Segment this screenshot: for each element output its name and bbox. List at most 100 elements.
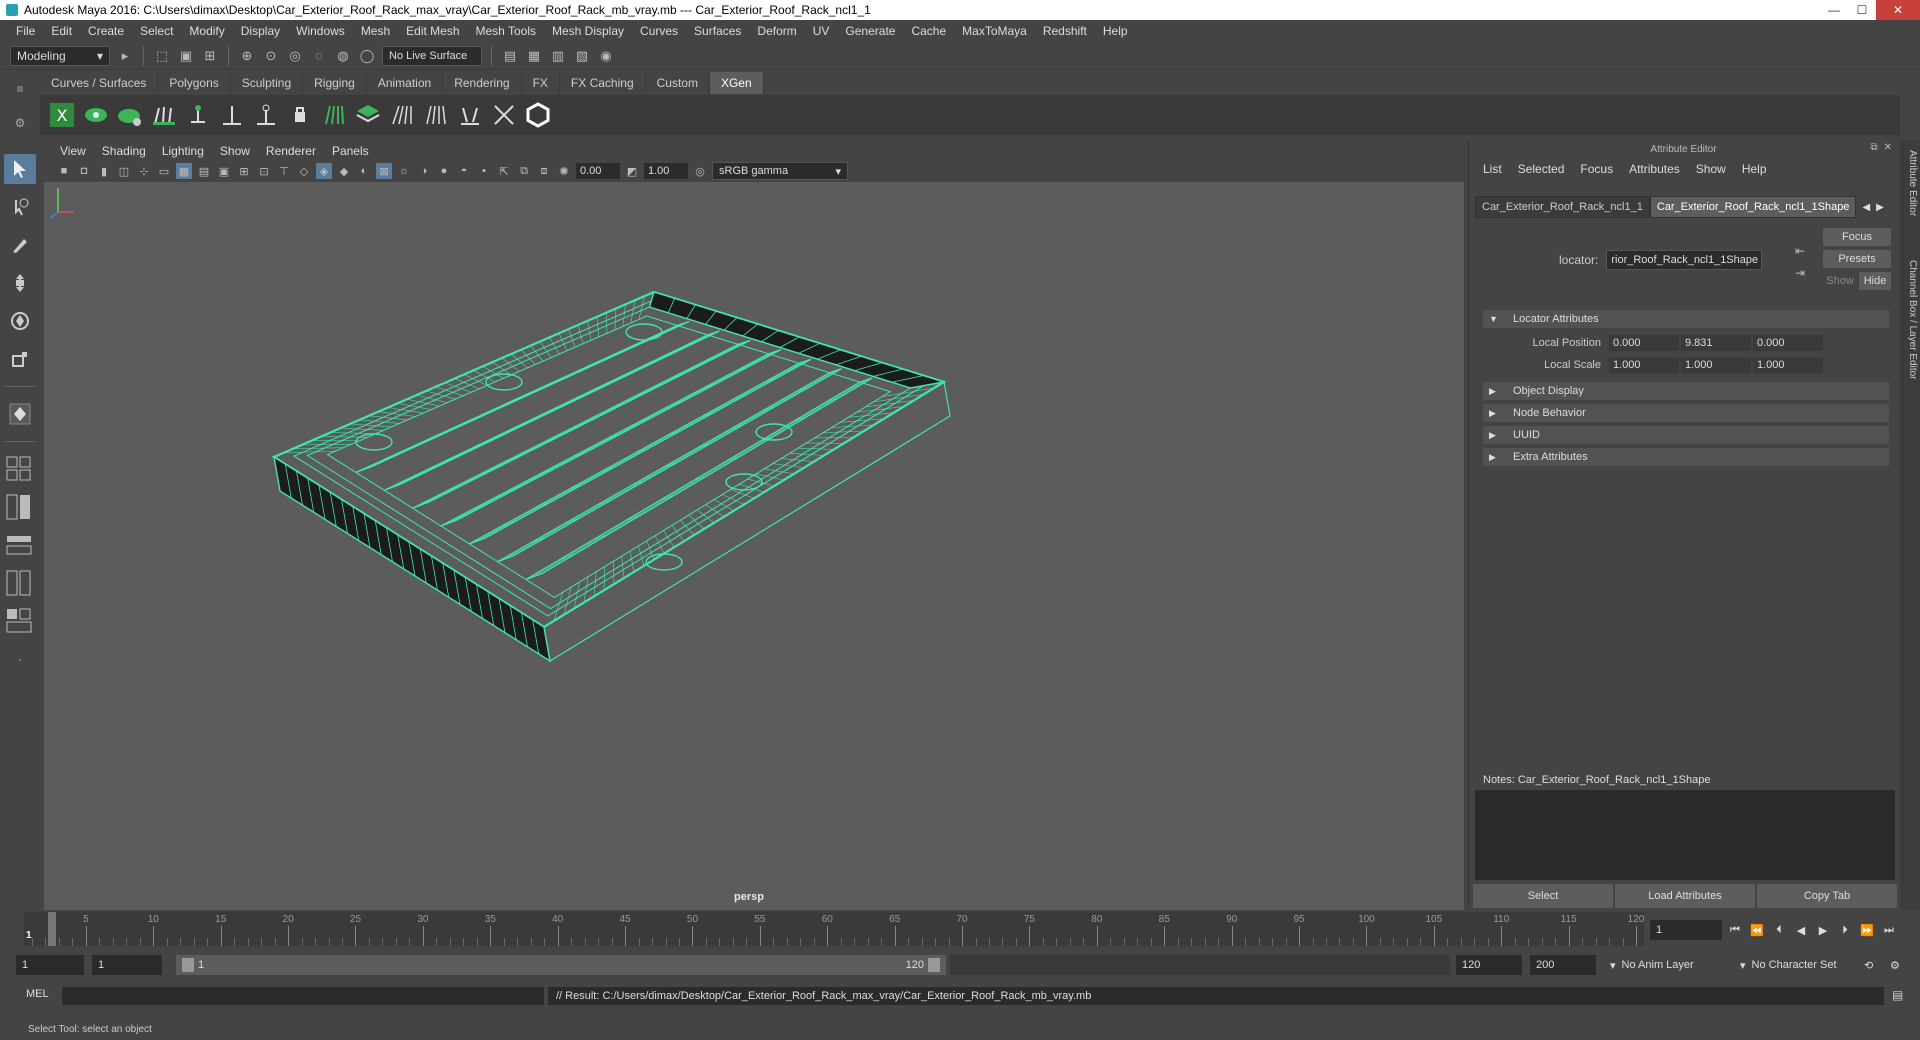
render-frame-icon[interactable]: ▦ xyxy=(525,47,543,65)
viewport-menu-panels[interactable]: Panels xyxy=(324,144,377,158)
snap-curve-icon[interactable]: ⊙ xyxy=(262,47,280,65)
collapse-toolbox-icon[interactable]: · xyxy=(4,644,36,674)
menu-deform[interactable]: Deform xyxy=(749,24,804,38)
current-frame-field[interactable]: 1 xyxy=(1650,920,1722,940)
tab-left-icon[interactable]: ◀ xyxy=(1862,202,1870,213)
show-button[interactable]: Show xyxy=(1823,272,1857,290)
menu-mesh-display[interactable]: Mesh Display xyxy=(544,24,632,38)
copy-tab-button[interactable]: Copy Tab xyxy=(1757,884,1897,908)
menu-surfaces[interactable]: Surfaces xyxy=(686,24,749,38)
resolution-gate-icon[interactable]: ▤ xyxy=(196,163,212,179)
scale-tool-icon[interactable] xyxy=(4,344,36,374)
xgen-guides-icon[interactable] xyxy=(150,101,178,129)
go-to-input-icon[interactable]: ⇤ xyxy=(1795,244,1805,258)
viewport-menu-renderer[interactable]: Renderer xyxy=(258,144,324,158)
node-name-field[interactable]: rior_Roof_Rack_ncl1_1Shape xyxy=(1606,250,1763,270)
select-by-hierarchy-icon[interactable]: ⬚ xyxy=(153,47,171,65)
tab-shape-node[interactable]: Car_Exterior_Roof_Rack_ncl1_1Shape xyxy=(1649,196,1857,218)
script-language-label[interactable]: MEL xyxy=(26,988,49,1000)
menu-redshift[interactable]: Redshift xyxy=(1035,24,1095,38)
viewport-menu-show[interactable]: Show xyxy=(212,144,258,158)
section-node-behavior[interactable]: ▶ Node Behavior xyxy=(1483,404,1889,422)
viewport-menu-lighting[interactable]: Lighting xyxy=(154,144,212,158)
density-icon[interactable] xyxy=(388,101,416,129)
hide-button[interactable]: Hide xyxy=(1859,272,1891,290)
gate-mask-icon[interactable]: ▣ xyxy=(216,163,232,179)
redshift-icon[interactable] xyxy=(524,101,552,129)
groom-brush-icon[interactable] xyxy=(456,101,484,129)
animation-start-field[interactable]: 1 xyxy=(16,955,84,975)
image-plane-icon[interactable]: ◫ xyxy=(116,163,132,179)
xgen-clear-icon[interactable] xyxy=(116,101,144,129)
menu-generate[interactable]: Generate xyxy=(837,24,903,38)
select-button[interactable]: Select xyxy=(1473,884,1613,908)
safe-title-icon[interactable]: ⊤ xyxy=(276,163,292,179)
x-ray-icon[interactable]: ⊠ xyxy=(376,163,392,179)
section-locator-attributes[interactable]: ▼ Locator Attributes xyxy=(1483,310,1889,328)
live-surface-field[interactable]: No Live Surface xyxy=(382,45,482,66)
menu-windows[interactable]: Windows xyxy=(288,24,353,38)
minimize-button[interactable]: — xyxy=(1820,0,1848,20)
select-tool-icon[interactable] xyxy=(4,154,36,184)
ae-menu-show[interactable]: Show xyxy=(1688,162,1734,176)
shadows-icon[interactable]: ◑ xyxy=(416,163,432,179)
grid-icon[interactable]: ▦ xyxy=(176,163,192,179)
field-chart-icon[interactable]: ⊞ xyxy=(236,163,252,179)
menu-display[interactable]: Display xyxy=(233,24,288,38)
notes-textarea[interactable] xyxy=(1475,790,1895,880)
last-used-tool-icon[interactable] xyxy=(4,399,36,429)
load-attributes-button[interactable]: Load Attributes xyxy=(1615,884,1755,908)
ae-menu-list[interactable]: List xyxy=(1475,162,1510,176)
step-forward-key-icon[interactable]: ⏩ xyxy=(1858,920,1876,940)
hypershade-layout-icon[interactable] xyxy=(4,606,36,636)
select-by-component-icon[interactable]: ⊞ xyxy=(201,47,219,65)
wireframe-on-shaded-icon[interactable]: ◆ xyxy=(336,163,352,179)
tab-transform-node[interactable]: Car_Exterior_Roof_Rack_ncl1_1 xyxy=(1475,196,1650,218)
playback-end-field[interactable]: 120 xyxy=(1456,955,1522,975)
menu-mesh-tools[interactable]: Mesh Tools xyxy=(468,24,544,38)
bookmark-icon[interactable]: ▮ xyxy=(96,163,112,179)
lasso-tool-icon[interactable] xyxy=(4,192,36,222)
menu-edit[interactable]: Edit xyxy=(43,24,80,38)
grid-toggle-icon[interactable]: ⊹ xyxy=(136,163,152,179)
shelf-tab-polygons[interactable]: Polygons xyxy=(158,72,231,94)
go-to-output-icon[interactable]: ⇥ xyxy=(1795,266,1805,280)
snap-grid-icon[interactable]: ⊕ xyxy=(238,47,256,65)
range-slider[interactable]: 1 120 xyxy=(176,955,946,975)
shelf-tab-custom[interactable]: Custom xyxy=(645,72,710,94)
make-live-icon[interactable]: ◯ xyxy=(358,47,376,65)
sculpt-guide-icon[interactable] xyxy=(218,101,246,129)
shelf-tab-animation[interactable]: Animation xyxy=(366,72,444,94)
collapse-arrow-icon[interactable]: ▸ xyxy=(116,47,134,65)
time-track[interactable]: 5 10 15 20 25 30 35 40 45 50 55 60 65 70 75 80 85 90 95 100… xyxy=(24,912,1644,946)
snap-surface-icon[interactable]: ◍ xyxy=(334,47,352,65)
camera-icon[interactable]: ■ xyxy=(56,163,72,179)
go-to-end-icon[interactable]: ⏭ xyxy=(1880,920,1898,940)
play-backward-icon[interactable]: ◀ xyxy=(1792,920,1810,940)
range-start-handle[interactable]: 1 xyxy=(182,958,204,972)
focus-button[interactable]: Focus xyxy=(1823,228,1891,246)
add-guide-icon[interactable] xyxy=(184,101,212,129)
guide-length-icon[interactable] xyxy=(252,101,280,129)
film-gate-icon[interactable]: ▭ xyxy=(156,163,172,179)
safe-action-icon[interactable]: ⊡ xyxy=(256,163,272,179)
current-frame-marker[interactable] xyxy=(48,912,56,946)
menu-modify[interactable]: Modify xyxy=(181,24,232,38)
textured-icon[interactable]: ◐ xyxy=(356,163,372,179)
region-map-icon[interactable] xyxy=(354,101,382,129)
shelf-menu-icon[interactable]: ≡ xyxy=(16,82,23,96)
select-by-object-icon[interactable]: ▣ xyxy=(177,47,195,65)
exposure-field[interactable]: 0.00 xyxy=(576,163,620,179)
snap-view-icon[interactable]: ◌ xyxy=(310,47,328,65)
shelf-tab-rigging[interactable]: Rigging xyxy=(303,72,367,94)
menu-curves[interactable]: Curves xyxy=(632,24,686,38)
shelf-tab-curves-surfaces[interactable]: Curves / Surfaces xyxy=(40,72,159,94)
ae-menu-selected[interactable]: Selected xyxy=(1510,162,1573,176)
two-pane-layout-icon[interactable] xyxy=(4,492,36,522)
anti-aliasing-icon[interactable]: ▪ xyxy=(476,163,492,179)
menu-edit-mesh[interactable]: Edit Mesh xyxy=(398,24,467,38)
graph-layout-icon[interactable] xyxy=(4,568,36,598)
playback-start-field[interactable]: 1 xyxy=(92,955,162,975)
local-scale-y-field[interactable]: 1.000 xyxy=(1681,357,1751,373)
interactive-groom-icon[interactable] xyxy=(422,101,450,129)
